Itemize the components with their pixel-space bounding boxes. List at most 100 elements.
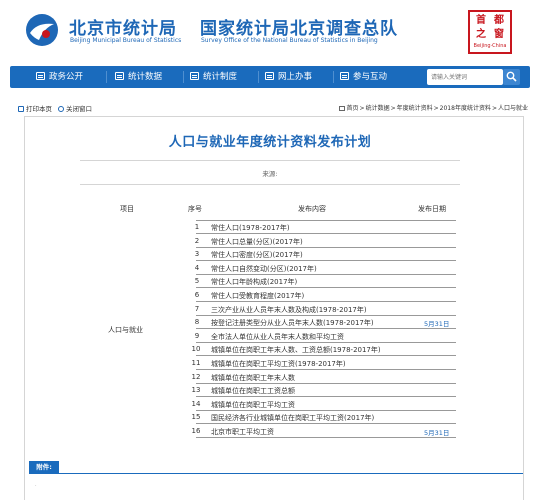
row-divider	[196, 383, 456, 384]
nav-item-participation[interactable]: 参与互动	[340, 66, 387, 88]
row-number: 15	[191, 413, 201, 421]
breadcrumb-separator: >	[359, 105, 365, 112]
nav-item-label: 统计数据	[128, 72, 163, 82]
row-content: 城镇单位在岗职工工资总额	[211, 387, 295, 395]
row-number: 4	[194, 264, 200, 272]
row-divider	[196, 342, 456, 343]
row-number: 3	[194, 250, 200, 258]
row-divider	[196, 437, 456, 438]
seal-char: 窗	[494, 29, 504, 40]
row-release-date: 5月31日	[424, 429, 450, 437]
row-number: 6	[194, 291, 200, 299]
row-number: 8	[194, 318, 200, 326]
row-divider	[196, 301, 456, 302]
breadcrumb-population-employment[interactable]: 人口与就业	[498, 105, 528, 112]
row-content: 按登记注册类型分从业人员年末人数(1978-2017年)	[211, 319, 374, 327]
close-icon	[58, 106, 64, 112]
nav-divider	[183, 71, 184, 83]
attachment-divider	[29, 473, 523, 474]
page-title: 人口与就业年度统计资料发布计划	[168, 135, 372, 150]
row-divider	[196, 410, 456, 411]
site-header: 北京市统计局 Beijing Municipal Bureau of Stati…	[0, 0, 540, 64]
site-name: 北京市统计局	[69, 19, 177, 39]
row-release-date: 5月31日	[424, 320, 450, 328]
row-divider	[196, 355, 456, 356]
divider	[80, 160, 460, 161]
close-window-label: 关闭窗口	[66, 105, 92, 113]
nav-item-statistics-system[interactable]: 统计制度	[190, 66, 237, 88]
breadcrumb-separator: >	[491, 105, 497, 112]
row-content: 国民经济各行业城镇单位在岗职工平均工资(2017年)	[211, 414, 375, 422]
column-header-seq: 序号	[188, 205, 202, 213]
row-number: 7	[194, 305, 200, 313]
column-header-item: 项目	[120, 205, 134, 213]
nav-item-label: 统计制度	[203, 72, 238, 82]
row-number: 12	[191, 373, 201, 381]
row-number: 1	[194, 223, 200, 231]
row-content: 常住人口年龄构成(2017年)	[211, 278, 298, 286]
print-page-label: 打印本页	[26, 105, 52, 113]
row-number: 11	[191, 359, 201, 367]
row-content: 城镇单位在岗职工年末人数	[211, 374, 295, 382]
capital-window-seal[interactable]: 首 都 之 窗 Beijing·China	[468, 10, 512, 54]
bureau-logo-icon[interactable]	[25, 13, 59, 47]
row-divider	[196, 396, 456, 397]
survey-office-name-english: Survey Office of the National Bureau of …	[201, 37, 378, 44]
nav-divider	[333, 71, 334, 83]
row-content: 全市法人单位从业人员年末人数和平均工资	[211, 333, 344, 341]
row-number: 10	[191, 345, 201, 353]
row-divider	[196, 233, 456, 234]
row-content: 常住人口(1978-2017年)	[211, 224, 290, 232]
table-icon	[190, 72, 199, 80]
search-button[interactable]	[503, 69, 520, 85]
row-content: 常住人口密度(分区)(2017年)	[211, 251, 303, 259]
row-content: 三次产业从业人员年末人数及构成(1978-2017年)	[211, 306, 367, 314]
row-content: 北京市职工平均工资	[211, 428, 274, 436]
close-window-link[interactable]: 关闭窗口	[58, 103, 92, 113]
nav-item-statistics-data[interactable]: 统计数据	[115, 66, 162, 88]
row-content: 常住人口总量(分区)(2017年)	[211, 238, 303, 246]
source-label: 来源:	[262, 170, 278, 178]
column-header-content: 发布内容	[298, 205, 326, 213]
screen-icon	[265, 72, 274, 80]
seal-caption: Beijing·China	[473, 43, 507, 49]
row-number: 14	[191, 400, 201, 408]
row-content: 城镇单位在岗职工年末人数、工资总额(1978-2017年)	[211, 346, 381, 354]
row-number: 5	[194, 277, 200, 285]
document-icon	[36, 72, 45, 80]
nav-item-government-affairs[interactable]: 政务公开	[36, 66, 83, 88]
nav-divider	[106, 71, 107, 83]
page-toolbar: 打印本页 关闭窗口 首页>统计数据>年度统计资料>2018年度统计资料>人口与就…	[10, 103, 530, 115]
seal-char: 首	[476, 15, 486, 26]
seal-char: 都	[494, 15, 504, 26]
site-name-english: Beijing Municipal Bureau of Statistics	[70, 37, 182, 44]
seal-char: 之	[476, 29, 486, 40]
row-divider	[196, 369, 456, 370]
row-number: 9	[194, 332, 200, 340]
seal-characters: 首 都 之 窗	[472, 14, 508, 42]
row-number: 13	[191, 386, 201, 394]
main-nav: 政务公开 统计数据 统计制度 网上办事 参与互动	[10, 66, 530, 88]
divider	[80, 184, 460, 185]
breadcrumb-statistics-data[interactable]: 统计数据	[366, 105, 390, 112]
search-input[interactable]	[427, 69, 503, 85]
breadcrumb-home[interactable]: 首页	[347, 105, 359, 112]
category-cell: 人口与就业	[108, 326, 143, 334]
row-divider	[196, 220, 456, 221]
search-icon	[506, 71, 517, 82]
attachment-label: 附件:	[29, 461, 59, 473]
attachment-marker: .	[35, 482, 37, 488]
breadcrumb-annual-data[interactable]: 年度统计资料	[397, 105, 433, 112]
nav-item-online-services[interactable]: 网上办事	[265, 66, 312, 88]
breadcrumb: 首页>统计数据>年度统计资料>2018年度统计资料>人口与就业	[338, 103, 528, 112]
breadcrumb-2018-annual-data[interactable]: 2018年度统计资料	[440, 105, 491, 112]
print-page-link[interactable]: 打印本页	[18, 103, 52, 113]
breadcrumb-separator: >	[433, 105, 439, 112]
row-content: 常住人口自然变动(分区)(2017年)	[211, 265, 317, 273]
row-divider	[196, 315, 456, 316]
row-divider	[196, 260, 456, 261]
row-divider	[196, 287, 456, 288]
breadcrumb-separator: >	[390, 105, 396, 112]
row-divider	[196, 274, 456, 275]
home-icon	[338, 106, 345, 111]
